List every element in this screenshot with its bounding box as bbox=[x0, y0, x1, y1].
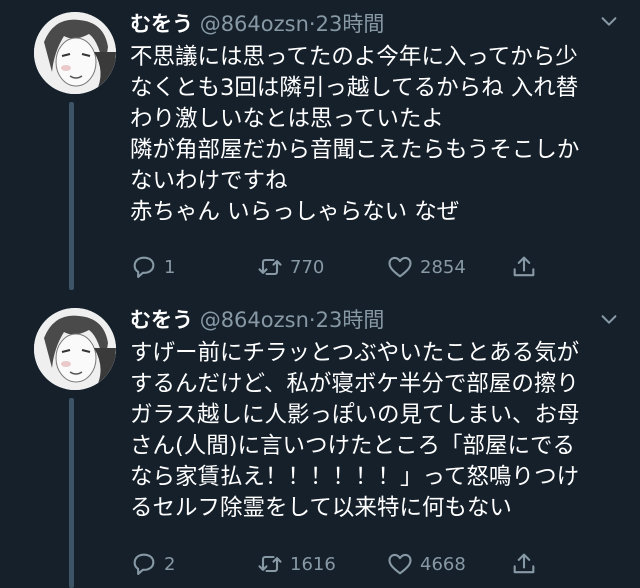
thread-line bbox=[69, 398, 74, 588]
reply-count: 2 bbox=[164, 553, 176, 575]
like-count: 4668 bbox=[420, 553, 466, 575]
retweet-button[interactable]: 770 bbox=[256, 253, 324, 281]
tweet-text: すげー前にチラッとつぶやいたことある気が するんだけど、私が寝ボケ半分で部屋の擦… bbox=[130, 338, 620, 524]
thread-line bbox=[69, 102, 74, 290]
avatar-image bbox=[34, 12, 116, 94]
heart-icon bbox=[388, 553, 412, 575]
retweet-button[interactable]: 1616 bbox=[256, 550, 336, 578]
display-name[interactable]: むをう bbox=[130, 308, 193, 332]
reply-button[interactable]: 2 bbox=[130, 550, 175, 578]
retweet-count: 770 bbox=[290, 256, 325, 278]
like-button[interactable]: 2854 bbox=[386, 253, 466, 281]
tweet-text-line: 不思議には思ってたのよ今年に入ってから少 bbox=[130, 44, 578, 70]
handle[interactable]: @864ozsn bbox=[200, 308, 309, 332]
like-count: 2854 bbox=[420, 256, 466, 278]
tweet-text-line: 赤ちゃん いらっしゃらない なぜ bbox=[130, 199, 460, 225]
tweet-text-line: わり激しいなとは思っていたよ bbox=[130, 106, 444, 132]
chevron-down-icon[interactable] bbox=[598, 10, 620, 32]
separator: · bbox=[308, 12, 316, 36]
share-icon bbox=[513, 256, 535, 277]
share-button[interactable] bbox=[510, 253, 544, 281]
tweet-actions: 1 770 2854 bbox=[130, 253, 610, 285]
reply-count: 1 bbox=[164, 256, 176, 278]
timestamp[interactable]: 23時間 bbox=[316, 308, 385, 332]
heart-icon bbox=[388, 256, 412, 278]
tweet-text-line: ガラス越しに人影っぽいの見てしまい、お母 bbox=[130, 402, 580, 428]
avatar[interactable] bbox=[34, 308, 116, 390]
tweet-text-line: ないわけですね bbox=[130, 168, 288, 194]
retweet-icon bbox=[258, 258, 282, 276]
display-name[interactable]: むをう bbox=[130, 12, 193, 36]
separator: · bbox=[308, 308, 316, 332]
avatar-image bbox=[34, 308, 116, 390]
handle[interactable]: @864ozsn bbox=[200, 12, 309, 36]
reply-icon bbox=[133, 256, 155, 278]
tweet-actions: 2 1616 4668 bbox=[130, 550, 610, 582]
avatar[interactable] bbox=[34, 12, 116, 94]
tweet-text-line: するんだけど、私が寝ボケ半分で部屋の擦り bbox=[130, 371, 579, 397]
tweet-text: 不思議には思ってたのよ今年に入ってから少 なくとも3回は隣引っ越してるからね 入… bbox=[130, 42, 620, 228]
reply-button[interactable]: 1 bbox=[130, 253, 175, 281]
reply-icon bbox=[133, 553, 155, 575]
like-button[interactable]: 4668 bbox=[386, 550, 466, 578]
share-button[interactable] bbox=[510, 550, 544, 578]
tweet-text-line: なくとも3回は隣引っ越してるからね 入れ替 bbox=[130, 75, 579, 101]
retweet-icon bbox=[258, 555, 282, 573]
tweet-header: むをう @864ozsn·23時間 bbox=[130, 8, 384, 38]
tweet-text-line: さん(人間)に言いつけたところ「部屋にでる bbox=[130, 433, 576, 459]
timestamp[interactable]: 23時間 bbox=[316, 12, 385, 36]
chevron-down-icon[interactable] bbox=[598, 308, 620, 330]
tweet-header: むをう @864ozsn·23時間 bbox=[130, 304, 384, 334]
tweet-text-line: 隣が角部屋だから音聞こえたらもうそこしか bbox=[130, 137, 580, 163]
share-icon bbox=[513, 553, 535, 574]
tweet-text-line: すげー前にチラッとつぶやいたことある気が bbox=[130, 340, 580, 366]
tweet-text-line: るセルフ除霊をして以来特に何もない bbox=[130, 495, 512, 521]
tweet-text-line: なら家賃払え！！！！！！」って怒鳴りつけ bbox=[130, 464, 580, 490]
retweet-count: 1616 bbox=[290, 553, 336, 575]
